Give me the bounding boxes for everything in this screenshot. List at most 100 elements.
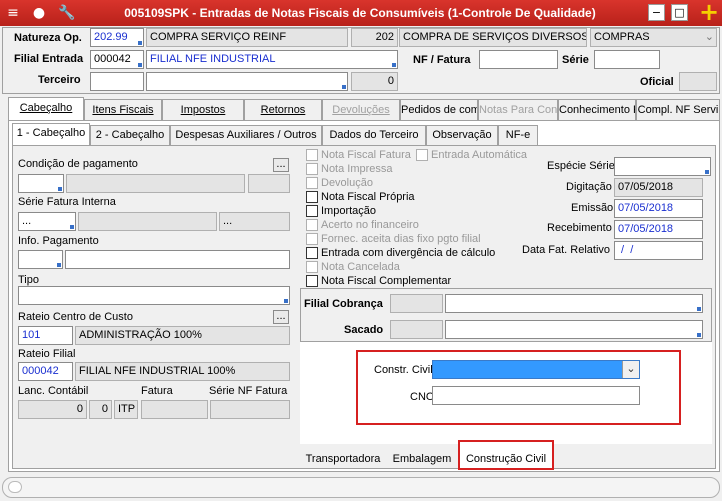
data-fat-relativo-field[interactable]: / / — [614, 241, 703, 260]
checkbox-nf-fatura-label: Nota Fiscal Fatura — [321, 149, 411, 161]
checkbox-nf-fatura[interactable] — [306, 149, 318, 161]
checkbox-devolucao[interactable] — [306, 177, 318, 189]
filial-label: Filial Entrada — [14, 53, 84, 65]
terceiro-desc-field[interactable] — [146, 72, 348, 91]
tipo-field[interactable] — [18, 286, 290, 305]
checkbox-importacao[interactable] — [306, 205, 318, 217]
status-bar — [2, 477, 720, 498]
tab-cabecalho[interactable]: Cabeçalho — [8, 97, 84, 121]
tab-retornos[interactable]: Retornos — [244, 99, 322, 120]
tab-compl-nf-servi[interactable]: Compl. NF Servi — [636, 99, 720, 120]
rateio-filial-desc: FILIAL NFE INDUSTRIAL 100% — [75, 362, 290, 381]
especie-serie-field[interactable] — [614, 157, 711, 176]
type-select[interactable]: COMPRAS ⌄ — [590, 28, 717, 47]
cno-field[interactable] — [432, 386, 640, 405]
serie-fatura-extra: ... — [219, 212, 290, 231]
maximize-button[interactable]: □ — [671, 4, 688, 21]
tab-impostos[interactable]: Impostos — [162, 99, 244, 120]
serie-field[interactable] — [594, 50, 660, 69]
oficial-label: Oficial — [640, 76, 674, 88]
serie-fatura-field[interactable]: ... — [18, 212, 76, 231]
checkbox-complementar[interactable] — [306, 275, 318, 287]
natureza-label: Natureza Op. — [14, 32, 82, 44]
checkbox-importacao-label: Importação — [321, 205, 377, 217]
menu-icon[interactable]: ≡ — [4, 4, 22, 22]
rateio-filial-label: Rateio Filial — [18, 348, 76, 360]
filial-code-field[interactable]: 000042 — [90, 50, 144, 69]
chevron-down-icon: ⌄ — [704, 31, 714, 43]
cno-label: CNO — [410, 391, 435, 403]
condicao-extra-field — [248, 174, 290, 193]
group-code-field: 202 — [351, 28, 398, 47]
rateio-cc-desc: ADMINISTRAÇÃO 100% — [75, 326, 290, 345]
sacado-code — [390, 320, 443, 339]
constr-civil-select[interactable] — [432, 360, 640, 379]
info-pagamento-code[interactable] — [18, 250, 63, 269]
traffic-light-icon[interactable]: ● — [30, 4, 48, 22]
checkbox-fornec[interactable] — [306, 233, 318, 245]
info-pagamento-desc[interactable] — [65, 250, 290, 269]
subtab-observacao[interactable]: Observação — [426, 125, 498, 145]
serie-nf-fatura-field — [210, 400, 290, 419]
lanc-contabil-field: 0 — [18, 400, 87, 419]
checkbox-entrada-automatica[interactable] — [416, 149, 428, 161]
condicao-desc-field — [66, 174, 245, 193]
tab-transportadora[interactable]: Transportadora — [302, 449, 384, 471]
tab-conhecimento[interactable]: Conhecimento F — [558, 99, 636, 120]
terceiro-label: Terceiro — [38, 74, 81, 86]
checkbox-acerto[interactable] — [306, 219, 318, 231]
checkbox-cancelada[interactable] — [306, 261, 318, 273]
checkbox-divergencia-label: Entrada com divergência de cálculo — [321, 247, 496, 259]
tab-devolucoes[interactable]: Devoluções — [322, 99, 400, 120]
rateio-cc-code[interactable]: 101 — [18, 326, 73, 345]
add-icon[interactable]: + — [698, 0, 720, 24]
group-desc-field: COMPRA DE SERVIÇOS DIVERSOS — [399, 28, 587, 47]
condicao-code-field[interactable] — [18, 174, 64, 193]
tab-notas-para-con[interactable]: Notas Para Con — [478, 99, 558, 120]
fatura-label: Fatura — [141, 385, 173, 397]
subtab-nfe[interactable]: NF-e — [498, 125, 538, 145]
checkbox-entrada-automatica-label: Entrada Automática — [431, 149, 528, 161]
tab-construcao-civil[interactable]: Construção Civil — [458, 440, 554, 470]
subtab-despesas[interactable]: Despesas Auxiliares / Outros — [170, 125, 322, 145]
minimize-button[interactable]: − — [648, 4, 665, 21]
emissao-label: Emissão — [571, 202, 614, 214]
natureza-code-field[interactable]: 202.99 — [90, 28, 144, 47]
condicao-label: Condição de pagamento — [18, 158, 138, 170]
constr-civil-label: Constr. Civil — [374, 364, 433, 376]
condicao-lookup-button[interactable]: ... — [273, 158, 289, 172]
checkbox-nf-propria[interactable] — [306, 191, 318, 203]
serie-fatura-label: Série Fatura Interna — [18, 196, 116, 208]
checkbox-complementar-label: Nota Fiscal Complementar — [321, 275, 452, 287]
filial-cobranca-code — [390, 294, 443, 313]
digitacao-label: Digitação — [566, 181, 612, 193]
wrench-icon[interactable]: 🔧 — [58, 4, 76, 22]
chevron-down-icon[interactable]: ⌄ — [622, 361, 639, 378]
info-pagamento-label: Info. Pagamento — [18, 235, 99, 247]
subtab-2-cabecalho[interactable]: 2 - Cabeçalho — [90, 125, 170, 145]
tab-pedidos[interactable]: Pedidos de com — [400, 99, 478, 120]
rateio-filial-code[interactable]: 000042 — [18, 362, 73, 381]
tab-embalagem[interactable]: Embalagem — [388, 449, 456, 471]
lanc-seq-field: 0 — [89, 400, 112, 419]
recebimento-label: Recebimento — [547, 222, 612, 234]
nf-fatura-field[interactable] — [479, 50, 558, 69]
emissao-field[interactable]: 07/05/2018 — [614, 199, 703, 218]
terceiro-code-field[interactable] — [90, 72, 144, 91]
recebimento-field[interactable]: 07/05/2018 — [614, 220, 703, 239]
filial-desc-field[interactable]: FILIAL NFE INDUSTRIAL — [146, 50, 398, 69]
terceiro-num-field: 0 — [351, 72, 398, 91]
sacado-desc[interactable] — [445, 320, 703, 339]
filial-cobranca-desc[interactable] — [445, 294, 703, 313]
tab-itens-fiscais[interactable]: Itens Fiscais — [84, 99, 162, 120]
rateio-cc-label: Rateio Centro de Custo — [18, 311, 133, 323]
checkbox-divergencia[interactable] — [306, 247, 318, 259]
checkbox-nota-impressa[interactable] — [306, 163, 318, 175]
lanc-type-field: ITP — [114, 400, 138, 419]
nf-fatura-label: NF / Fatura — [413, 54, 471, 66]
rateio-cc-lookup-button[interactable]: ... — [273, 310, 289, 324]
lanc-contabil-label: Lanc. Contábil — [18, 385, 89, 397]
subtab-1-cabecalho[interactable]: 1 - Cabeçalho — [12, 123, 90, 146]
oficial-field — [679, 72, 717, 91]
subtab-dados-terceiro[interactable]: Dados do Terceiro — [322, 125, 426, 145]
